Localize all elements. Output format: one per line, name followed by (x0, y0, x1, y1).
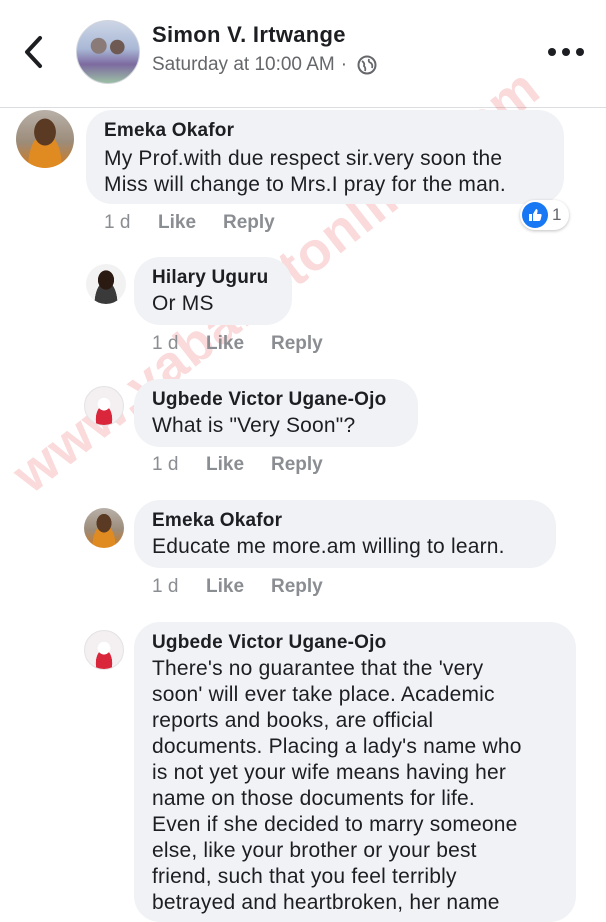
more-horizontal-icon (548, 48, 584, 56)
comment-text: Or MS (152, 292, 214, 315)
comment-bubble: Ugbede Victor Ugane-Ojo What is "Very So… (134, 379, 418, 447)
comment-bubble: Ugbede Victor Ugane-Ojo There's no guara… (134, 622, 576, 922)
avatar[interactable] (16, 110, 74, 168)
reaction-badge[interactable]: 1 (520, 200, 570, 230)
post-timestamp[interactable]: Saturday at 10:00 AM (152, 54, 335, 76)
comment-text: What is "Very Soon"? (152, 414, 356, 437)
comment-text: There's no guarantee that the 'very soon… (152, 657, 522, 914)
globe-icon (357, 55, 377, 75)
comment-bubble: Emeka Okafor My Prof.with due respect si… (86, 110, 564, 204)
reply-link[interactable]: Reply (271, 333, 323, 355)
comment-actions: 1 d Like Reply (152, 454, 323, 476)
reaction-count: 1 (552, 205, 562, 224)
comment-text: My Prof.with due respect sir.very soon t… (104, 147, 506, 196)
comment-time: 1 d (152, 576, 179, 597)
comment-time: 1 d (152, 333, 179, 354)
comment-time: 1 d (152, 454, 179, 475)
comment-author[interactable]: Hilary Uguru (152, 267, 276, 289)
chevron-left-icon (25, 36, 42, 68)
back-button[interactable] (18, 32, 50, 72)
comment-actions: 1 d Like Reply (152, 576, 323, 598)
meta-separator: · (340, 54, 348, 75)
comment-author[interactable]: Ugbede Victor Ugane-Ojo (152, 389, 402, 411)
avatar[interactable] (84, 386, 124, 426)
avatar[interactable] (84, 508, 124, 548)
poster-avatar[interactable] (76, 20, 140, 84)
more-options-button[interactable] (546, 42, 586, 62)
comment-author[interactable]: Emeka Okafor (152, 510, 540, 532)
avatar[interactable] (86, 264, 126, 304)
like-link[interactable]: Like (206, 333, 271, 355)
avatar[interactable] (84, 630, 124, 670)
post-meta: Saturday at 10:00 AM · (152, 54, 377, 76)
like-link[interactable]: Like (158, 212, 223, 234)
comment-author[interactable]: Ugbede Victor Ugane-Ojo (152, 632, 560, 654)
like-link[interactable]: Like (206, 576, 271, 598)
comment-bubble: Emeka Okafor Educate me more.am willing … (134, 500, 556, 568)
thumbs-up-icon (522, 202, 548, 228)
reply-link[interactable]: Reply (223, 212, 275, 234)
reply-link[interactable]: Reply (271, 454, 323, 476)
comment-time: 1 d (104, 212, 131, 233)
comment-actions: 1 d Like Reply (152, 333, 323, 355)
post-header: Simon V. Irtwange Saturday at 10:00 AM · (0, 0, 606, 108)
comment-author[interactable]: Emeka Okafor (104, 120, 548, 142)
like-link[interactable]: Like (206, 454, 271, 476)
comment-actions: 1 d Like Reply (104, 212, 275, 234)
comment-bubble: Hilary Uguru Or MS (134, 257, 292, 325)
poster-name[interactable]: Simon V. Irtwange (152, 22, 346, 48)
comment-text: Educate me more.am willing to learn. (152, 535, 505, 558)
reply-link[interactable]: Reply (271, 576, 323, 598)
